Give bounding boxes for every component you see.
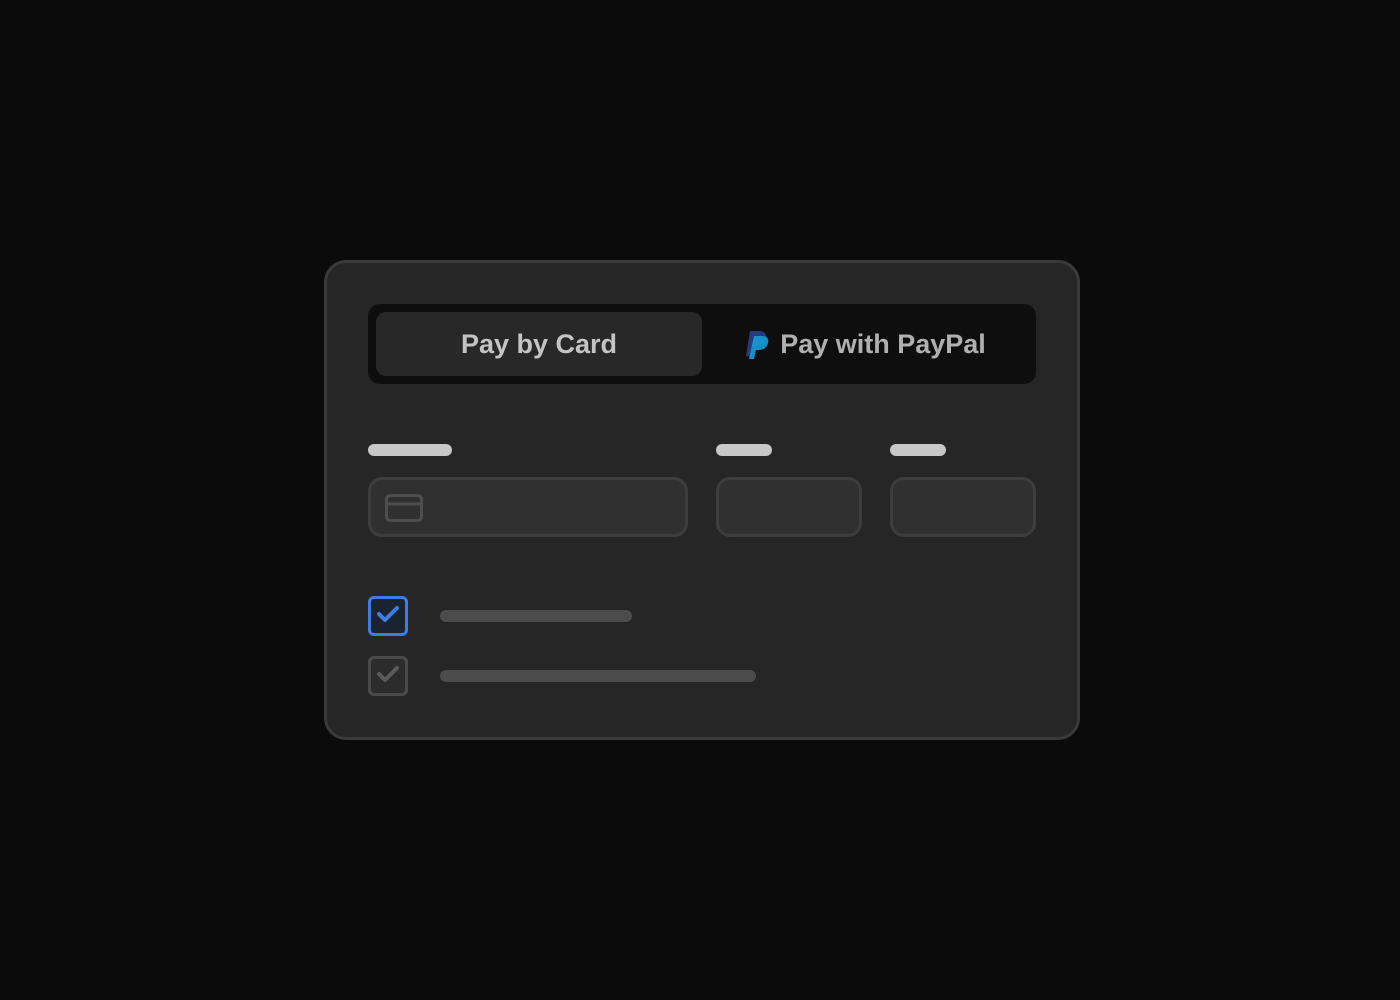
option-checkbox-2[interactable] bbox=[368, 656, 408, 696]
cvc-label-placeholder bbox=[890, 444, 946, 456]
option-checkbox-1[interactable] bbox=[368, 596, 408, 636]
cvc-input[interactable] bbox=[890, 477, 1036, 537]
checkmark-icon bbox=[377, 605, 399, 628]
tab-pay-with-paypal[interactable]: Pay with PayPal bbox=[702, 312, 1028, 376]
tab-pay-with-paypal-label: Pay with PayPal bbox=[780, 328, 986, 359]
checkmark-icon bbox=[377, 665, 399, 688]
tab-pay-by-card[interactable]: Pay by Card bbox=[376, 312, 702, 376]
tab-pay-by-card-label: Pay by Card bbox=[460, 328, 618, 359]
expiry-input[interactable] bbox=[716, 477, 862, 537]
payment-method-tabs: Pay by Card Pay with PayPal bbox=[368, 304, 1036, 384]
credit-card-icon bbox=[385, 494, 423, 522]
option-1-label-placeholder bbox=[440, 610, 632, 622]
paypal-logo-icon bbox=[744, 329, 770, 359]
card-number-label-placeholder bbox=[368, 444, 452, 456]
expiry-label-placeholder bbox=[716, 444, 772, 456]
option-2-label-placeholder bbox=[440, 670, 756, 682]
card-number-input[interactable] bbox=[368, 477, 688, 537]
payment-card: Pay by Card Pay with PayPal bbox=[324, 260, 1080, 740]
